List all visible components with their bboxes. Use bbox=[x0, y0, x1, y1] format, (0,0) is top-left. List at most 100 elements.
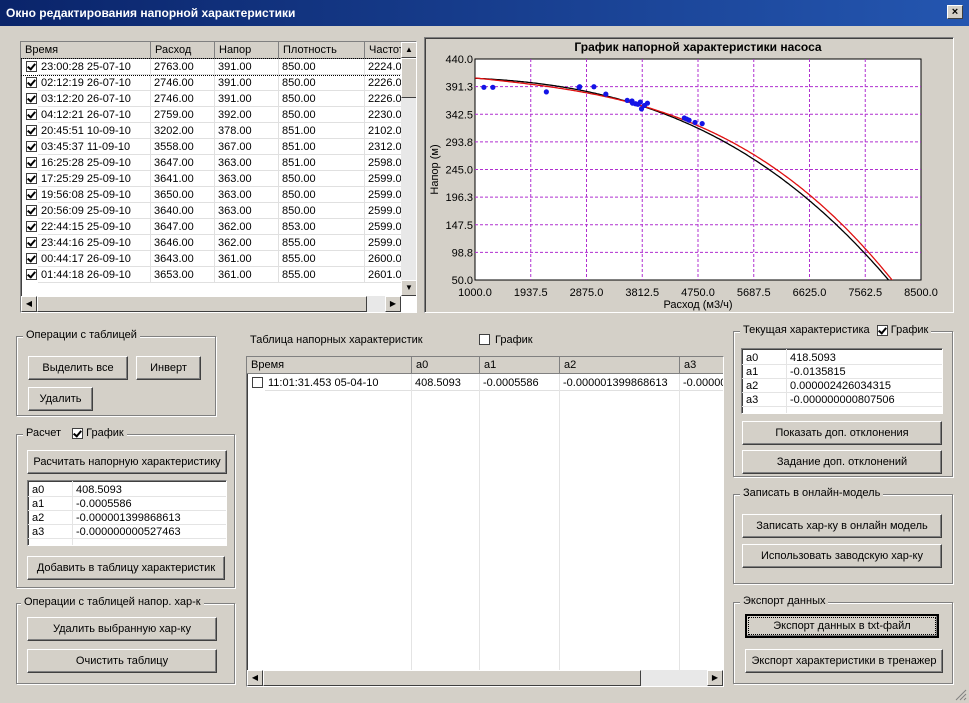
samples-col-header[interactable]: Время bbox=[21, 42, 151, 59]
samples-hscroll[interactable]: ◀ ▶ bbox=[21, 296, 401, 312]
scroll-up-arrow-icon[interactable]: ▲ bbox=[401, 42, 416, 58]
samples-vscroll-thumb[interactable] bbox=[401, 58, 416, 98]
data-point bbox=[577, 84, 583, 90]
table-cell: 853.00 bbox=[279, 219, 365, 235]
samples-col-header[interactable]: Напор bbox=[215, 42, 279, 59]
row-checkbox[interactable] bbox=[26, 109, 37, 120]
table-row[interactable]: 20:45:51 10-09-10 3202.00 378.00 851.00 2102… bbox=[21, 123, 416, 139]
table-cell: 22:44:15 25-09-10 bbox=[38, 219, 151, 235]
coeff-value: -0.0005586 bbox=[76, 498, 132, 510]
table-cell: 362.00 bbox=[215, 235, 279, 251]
table-row[interactable]: 20:56:09 25-09-10 3640.00 363.00 850.00 2599… bbox=[21, 203, 416, 219]
row-checkbox[interactable] bbox=[26, 61, 37, 72]
table-row[interactable]: 02:12:19 26-07-10 2746.00 391.00 850.00 2226… bbox=[21, 75, 416, 91]
char-hscroll-thumb[interactable] bbox=[263, 670, 641, 686]
table-row[interactable]: 22:44:15 25-09-10 3647.00 362.00 853.00 2599… bbox=[21, 219, 416, 235]
export-txt-button[interactable]: Экспорт данных в txt-файл bbox=[745, 614, 939, 638]
table-cell: 20:45:51 10-09-10 bbox=[38, 123, 151, 139]
row-checkbox[interactable] bbox=[26, 141, 37, 152]
scroll-down-arrow-icon[interactable]: ▼ bbox=[401, 280, 416, 296]
table-row[interactable]: 16:25:28 25-09-10 3647.00 363.00 851.00 2598… bbox=[21, 155, 416, 171]
clear-table-button[interactable]: Очистить таблицу bbox=[27, 649, 217, 673]
table-cell: 361.00 bbox=[215, 251, 279, 267]
set-deviations-button[interactable]: Задание доп. отклонений bbox=[742, 450, 942, 474]
char-table-graph-checkbox[interactable] bbox=[479, 334, 490, 345]
samples-vscroll[interactable]: ▲ ▼ bbox=[401, 42, 416, 296]
char-table-ops-title: Операции с таблицей напор. хар-к bbox=[21, 596, 204, 608]
samples-table[interactable]: Время Расход Напор Плотность Частот 23:00:28… bbox=[20, 41, 417, 313]
y-tick-label: 391.3 bbox=[445, 82, 473, 94]
add-to-table-button[interactable]: Добавить в таблицу характеристик bbox=[27, 556, 225, 580]
row-checkbox[interactable] bbox=[26, 221, 37, 232]
table-row[interactable]: 03:45:37 11-09-10 3558.00 367.00 851.00 2312… bbox=[21, 139, 416, 155]
y-tick-label: 245.0 bbox=[445, 165, 473, 177]
row-checkbox[interactable] bbox=[26, 189, 37, 200]
x-axis-label: Расход (м3/ч) bbox=[663, 299, 732, 311]
coeff-name: a0 bbox=[746, 352, 759, 364]
row-checkbox[interactable] bbox=[26, 237, 37, 248]
row-checkbox[interactable] bbox=[252, 377, 263, 388]
online-model-group: Записать в онлайн-модель Записать хар-ку… bbox=[733, 487, 953, 584]
table-cell: 20:56:09 25-09-10 bbox=[38, 203, 151, 219]
char-scroll-right-arrow-icon[interactable]: ▶ bbox=[707, 670, 723, 686]
current-char-title-text: Текущая характеристика bbox=[743, 324, 870, 336]
table-row[interactable]: 23:00:28 25-07-10 2763.00 391.00 850.00 2224… bbox=[21, 58, 416, 76]
row-checkbox[interactable] bbox=[26, 77, 37, 88]
table-cell: 19:56:08 25-09-10 bbox=[38, 187, 151, 203]
use-factory-button[interactable]: Использовать заводскую хар-ку bbox=[742, 544, 942, 568]
char-col-header[interactable]: Время bbox=[247, 357, 412, 374]
row-checkbox[interactable] bbox=[26, 269, 37, 280]
row-checkbox[interactable] bbox=[26, 205, 37, 216]
table-row[interactable]: 23:44:16 25-09-10 3646.00 362.00 855.00 2599… bbox=[21, 235, 416, 251]
table-cell: 01:44:18 26-09-10 bbox=[38, 267, 151, 283]
char-col-header[interactable]: a0 bbox=[412, 357, 480, 374]
row-checkbox[interactable] bbox=[26, 253, 37, 264]
table-row[interactable]: 19:56:08 25-09-10 3650.00 363.00 850.00 2599… bbox=[21, 187, 416, 203]
close-button[interactable]: × bbox=[947, 5, 963, 19]
y-tick-label: 50.0 bbox=[452, 275, 473, 287]
char-col-header[interactable]: a3 bbox=[680, 357, 723, 374]
coeff-value: -0.000001399868613 bbox=[76, 512, 181, 524]
table-row[interactable]: 00:44:17 26-09-10 3643.00 361.00 855.00 2600… bbox=[21, 251, 416, 267]
resize-grip-icon[interactable] bbox=[953, 687, 967, 701]
calc-characteristic-button[interactable]: Расчитать напорную характеристику bbox=[27, 450, 227, 474]
coeff-name: a3 bbox=[746, 394, 759, 406]
select-all-button[interactable]: Выделить все bbox=[28, 356, 128, 380]
scroll-right-arrow-icon[interactable]: ▶ bbox=[385, 296, 401, 312]
data-point bbox=[543, 89, 549, 95]
char-col-header[interactable]: a2 bbox=[560, 357, 680, 374]
table-cell: 3650.00 bbox=[151, 187, 215, 203]
table-cell: 850.00 bbox=[279, 203, 365, 219]
table-row[interactable]: 01:44:18 26-09-10 3653.00 361.00 855.00 2601… bbox=[21, 267, 416, 283]
table-row[interactable]: 11:01:31.453 05-04-10 408.5093 -0.0005586-… bbox=[247, 374, 723, 392]
current-graph-checkbox[interactable] bbox=[876, 324, 888, 336]
delete-selected-char-button[interactable]: Удалить выбранную хар-ку bbox=[27, 617, 217, 641]
calc-graph-checkbox[interactable] bbox=[72, 427, 84, 439]
export-trainer-button[interactable]: Экспорт характеристики в тренажер bbox=[745, 649, 943, 673]
write-online-button[interactable]: Записать хар-ку в онлайн модель bbox=[742, 514, 942, 538]
row-checkbox[interactable] bbox=[26, 125, 37, 136]
table-row[interactable]: 17:25:29 25-09-10 3641.00 363.00 850.00 2599… bbox=[21, 171, 416, 187]
char-hscroll[interactable]: ◀ ▶ bbox=[247, 670, 723, 686]
show-deviations-button[interactable]: Показать доп. отклонения bbox=[742, 421, 942, 445]
invert-button[interactable]: Инверт bbox=[136, 356, 201, 380]
table-cell: 363.00 bbox=[215, 187, 279, 203]
table-cell: 3646.00 bbox=[151, 235, 215, 251]
table-cell: 363.00 bbox=[215, 155, 279, 171]
table-row[interactable]: 04:12:21 26-07-10 2759.00 392.00 850.00 2230… bbox=[21, 107, 416, 123]
char-scroll-left-arrow-icon[interactable]: ◀ bbox=[247, 670, 263, 686]
row-checkbox[interactable] bbox=[26, 157, 37, 168]
char-table[interactable]: Время a0 a1 a2 a3 11:01:31.453 05-04-10 408.5… bbox=[246, 356, 724, 687]
row-checkbox[interactable] bbox=[26, 93, 37, 104]
samples-hscroll-thumb[interactable] bbox=[37, 296, 367, 312]
table-cell: 02:12:19 26-07-10 bbox=[38, 75, 151, 91]
char-col-line bbox=[479, 374, 480, 670]
char-col-header[interactable]: a1 bbox=[480, 357, 560, 374]
delete-button[interactable]: Удалить bbox=[28, 387, 93, 411]
samples-col-header[interactable]: Плотность bbox=[279, 42, 365, 59]
samples-col-header[interactable]: Расход bbox=[151, 42, 215, 59]
scroll-left-arrow-icon[interactable]: ◀ bbox=[21, 296, 37, 312]
row-checkbox[interactable] bbox=[26, 173, 37, 184]
char-table-title: Таблица напорных характеристик bbox=[250, 334, 423, 346]
table-row[interactable]: 03:12:20 26-07-10 2746.00 391.00 850.00 2226… bbox=[21, 91, 416, 107]
